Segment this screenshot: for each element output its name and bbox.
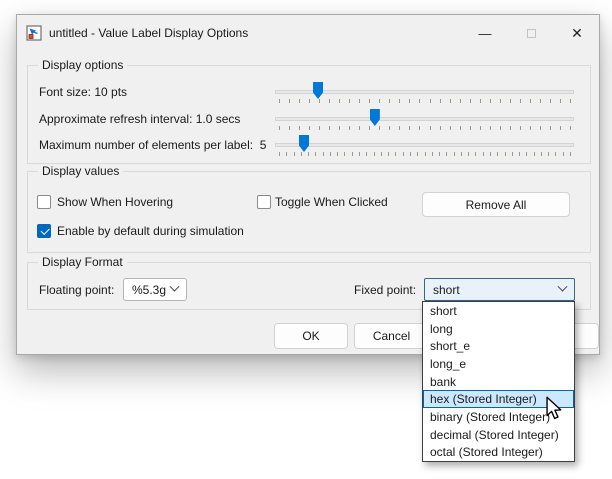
dropdown-item[interactable]: octal (Stored Integer): [423, 443, 574, 461]
max-elements-label: Maximum number of elements per label: 5: [39, 138, 267, 152]
ok-button[interactable]: OK: [274, 323, 348, 349]
dropdown-item[interactable]: long: [423, 320, 574, 338]
slider-thumb[interactable]: [369, 109, 380, 126]
enable-by-default-label: Enable by default during simulation: [57, 224, 244, 238]
slider-thumb[interactable]: [299, 135, 309, 152]
dropdown-item[interactable]: long_e: [423, 355, 574, 373]
window-controls: — ✕: [471, 21, 591, 45]
floating-point-label: Floating point:: [39, 283, 115, 297]
dropdown-item[interactable]: bank: [423, 373, 574, 391]
fixed-point-value: short: [433, 282, 460, 297]
dropdown-item[interactable]: short_e: [423, 337, 574, 355]
maximize-button-disabled: [517, 21, 545, 45]
font-size-slider[interactable]: [275, 81, 574, 105]
display-options-group: Display options Font size: 10 pts Approx…: [27, 58, 591, 164]
floating-point-value: %5.3g: [132, 282, 167, 297]
slider-track[interactable]: [275, 143, 574, 147]
toggle-when-clicked-label: Toggle When Clicked: [275, 195, 388, 209]
simulink-model-icon: [26, 25, 42, 41]
slider-thumb[interactable]: [313, 82, 324, 99]
minimize-button[interactable]: —: [471, 21, 499, 45]
window-title: untitled - Value Label Display Options: [49, 26, 249, 40]
mouse-cursor: [546, 396, 562, 420]
fixed-point-dropdown-list: short long short_e long_e bank hex (Stored In…: [422, 301, 575, 462]
remove-all-button[interactable]: Remove All: [422, 192, 570, 217]
enable-by-default-checkbox[interactable]: [37, 224, 51, 238]
slider-ticks: [279, 152, 571, 157]
close-button[interactable]: ✕: [563, 21, 591, 45]
chevron-down-icon: [557, 281, 568, 292]
fixed-point-label: Fixed point:: [354, 283, 417, 297]
floating-point-combobox[interactable]: %5.3g: [123, 278, 187, 301]
refresh-interval-slider[interactable]: [275, 108, 574, 132]
maximize-icon: [526, 28, 536, 38]
show-when-hovering-checkbox[interactable]: [37, 195, 51, 209]
font-size-label: Font size: 10 pts: [39, 85, 128, 99]
slider-ticks: [279, 99, 571, 104]
display-options-title: Display options: [38, 58, 128, 72]
display-values-title: Display values: [38, 164, 124, 178]
display-format-title: Display Format: [38, 255, 127, 269]
slider-ticks: [279, 126, 571, 131]
fixed-point-combobox[interactable]: short: [424, 278, 575, 301]
chevron-down-icon: [169, 281, 180, 292]
dropdown-item[interactable]: short: [423, 302, 574, 320]
slider-track[interactable]: [275, 117, 574, 121]
refresh-interval-label: Approximate refresh interval: 1.0 secs: [39, 112, 241, 126]
toggle-when-clicked-checkbox[interactable]: [257, 195, 271, 209]
screen: untitled - Value Label Display Options —…: [0, 0, 612, 479]
cancel-button[interactable]: Cancel: [354, 323, 429, 349]
max-elements-slider[interactable]: [275, 134, 574, 158]
show-when-hovering-label: Show When Hovering: [57, 195, 174, 209]
display-values-group: Display values Show When Hovering Toggle…: [27, 164, 591, 253]
dropdown-item[interactable]: decimal (Stored Integer): [423, 426, 574, 444]
